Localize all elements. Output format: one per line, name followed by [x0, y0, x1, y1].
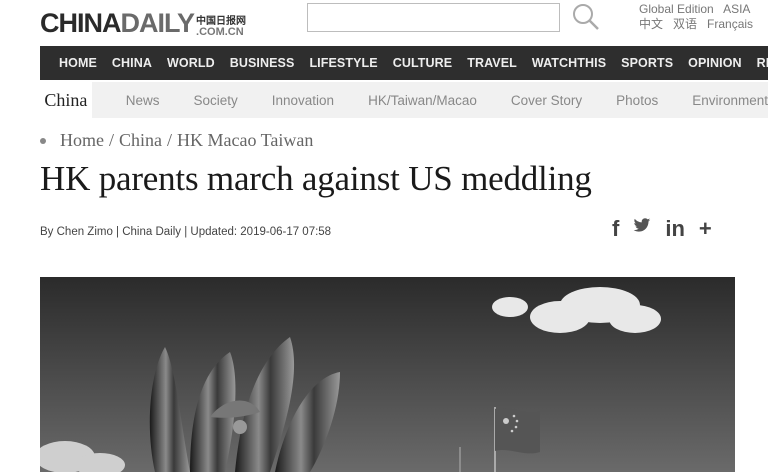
search-icon[interactable]: [571, 2, 601, 32]
subnav-item-news[interactable]: News: [126, 93, 160, 108]
subnav-item-photos[interactable]: Photos: [616, 93, 658, 108]
bullet-icon: [40, 137, 46, 144]
section-title[interactable]: China: [40, 82, 92, 118]
section-subnav: China News Society Innovation HK/Taiwan/…: [40, 82, 768, 118]
subnav-item-hk-taiwan-macao[interactable]: HK/Taiwan/Macao: [368, 93, 477, 108]
nav-item-regions[interactable]: REGIONS: [757, 56, 768, 70]
breadcrumb-separator: /: [109, 130, 115, 150]
site-logo[interactable]: CHINADAILY 中国日报网 .COM.CN: [40, 4, 246, 38]
article-byline: By Chen Zimo | China Daily | Updated: 20…: [40, 226, 332, 238]
lang-link-bilingual[interactable]: 双语: [673, 17, 697, 32]
subnav-item-society[interactable]: Society: [193, 93, 237, 108]
nav-item-opinion[interactable]: OPINION: [688, 56, 741, 70]
language-links: 中文 双语 Français: [639, 17, 753, 32]
twitter-icon[interactable]: [633, 216, 651, 242]
logo-domain: .COM.CN: [196, 26, 244, 38]
subnav-item-innovation[interactable]: Innovation: [272, 93, 334, 108]
nav-item-travel[interactable]: TRAVEL: [467, 56, 517, 70]
edition-selector: Global Edition ASIA 中文 双语 Français: [639, 2, 753, 32]
search-input[interactable]: [307, 3, 560, 32]
linkedin-icon[interactable]: in: [665, 216, 685, 242]
lang-link-french[interactable]: Français: [707, 17, 753, 32]
nav-item-business[interactable]: BUSINESS: [230, 56, 295, 70]
nav-item-china[interactable]: CHINA: [112, 56, 152, 70]
breadcrumb-separator: /: [167, 130, 173, 150]
nav-item-home[interactable]: HOME: [59, 56, 97, 70]
lang-link-chinese[interactable]: 中文: [639, 17, 663, 32]
breadcrumb: Home / China / HK Macao Taiwan: [40, 130, 313, 151]
logo-subtext: 中国日报网 .COM.CN: [196, 16, 246, 38]
edition-row: Global Edition ASIA: [639, 2, 753, 17]
nav-item-culture[interactable]: CULTURE: [393, 56, 453, 70]
subnav-item-environment[interactable]: Environment: [692, 93, 768, 108]
nav-item-sports[interactable]: SPORTS: [621, 56, 673, 70]
nav-item-watchthis[interactable]: WATCHTHIS: [532, 56, 606, 70]
logo-wordmark: CHINADAILY: [40, 8, 195, 38]
edition-label[interactable]: Global Edition: [639, 2, 714, 16]
nav-item-world[interactable]: WORLD: [167, 56, 215, 70]
breadcrumb-hk-macao-taiwan[interactable]: HK Macao Taiwan: [177, 130, 313, 151]
plus-icon[interactable]: +: [699, 216, 712, 242]
share-bar: f in +: [612, 216, 712, 242]
nav-item-lifestyle[interactable]: LIFESTYLE: [309, 56, 377, 70]
main-nav: HOME CHINA WORLD BUSINESS LIFESTYLE CULT…: [40, 46, 768, 80]
subnav-item-cover-story[interactable]: Cover Story: [511, 93, 582, 108]
article-headline: HK parents march against US meddling: [40, 159, 592, 198]
breadcrumb-home[interactable]: Home: [60, 130, 104, 151]
breadcrumb-china[interactable]: China: [119, 130, 162, 151]
edition-region[interactable]: ASIA: [723, 2, 750, 16]
article-photo: [40, 277, 735, 472]
facebook-icon[interactable]: f: [612, 216, 619, 242]
